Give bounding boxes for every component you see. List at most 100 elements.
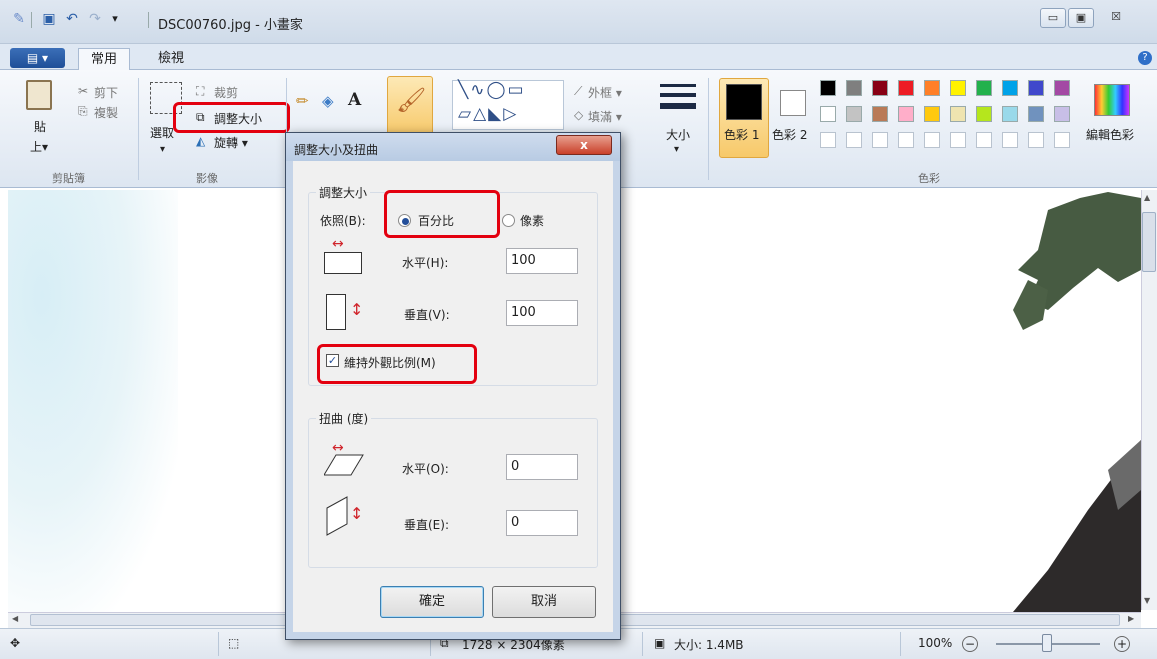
color-swatch[interactable]: [1002, 80, 1018, 96]
color-swatch[interactable]: [976, 80, 992, 96]
color-swatch[interactable]: [1002, 106, 1018, 122]
copy-icon: ⎘: [78, 104, 88, 118]
disk-icon: ▣: [654, 636, 666, 650]
skew-section-title: 扭曲 (度): [316, 410, 372, 427]
pencil-icon[interactable]: ✏: [296, 92, 309, 110]
scroll-up-arrow-icon[interactable]: ▲: [1144, 193, 1150, 202]
color2-swatch[interactable]: [780, 90, 806, 116]
custom-color-slot[interactable]: [976, 132, 992, 148]
custom-color-slot[interactable]: [924, 132, 940, 148]
dialog-close-button[interactable]: x: [556, 135, 612, 155]
custom-color-slot[interactable]: [820, 132, 836, 148]
color1-label: 色彩 1: [724, 128, 760, 142]
color-swatch[interactable]: [924, 106, 940, 122]
skew-horizontal-input[interactable]: 0: [506, 454, 578, 480]
cut-button[interactable]: 剪下: [94, 84, 118, 101]
custom-color-slot[interactable]: [846, 132, 862, 148]
color-swatch[interactable]: [950, 106, 966, 122]
minimize-button[interactable]: ▭: [1040, 8, 1066, 28]
zoom-slider-thumb[interactable]: [1042, 634, 1052, 652]
brush-icon: 🖌: [396, 86, 427, 114]
tab-view[interactable]: 檢視: [146, 48, 196, 70]
horizontal-input[interactable]: 100: [506, 248, 578, 274]
select-button[interactable]: 選取: [150, 124, 174, 141]
outline-icon: ⟋: [574, 84, 583, 98]
color-swatch[interactable]: [1054, 80, 1070, 96]
shapes-row-1-icon[interactable]: ╲∿◯▭: [458, 80, 526, 100]
color-swatch[interactable]: [846, 80, 862, 96]
shapes-row-2-icon[interactable]: ▱△◣▷: [458, 104, 518, 124]
select-dropdown-icon[interactable]: ▾: [160, 144, 165, 155]
outline-button[interactable]: 外框 ▾: [588, 84, 622, 101]
skew-section: [308, 418, 598, 568]
maximize-button[interactable]: ▣: [1068, 8, 1094, 28]
pixels-label[interactable]: 像素: [520, 212, 544, 229]
quick-access-dropdown-icon[interactable]: ▾: [106, 10, 124, 28]
color2-label[interactable]: 色彩 2: [772, 126, 807, 143]
group-divider: [138, 78, 139, 180]
vertical-scroll-thumb[interactable]: [1142, 212, 1156, 272]
custom-color-slot[interactable]: [1054, 132, 1070, 148]
custom-color-slot[interactable]: [1028, 132, 1044, 148]
size-dropdown-icon[interactable]: ▾: [674, 144, 679, 155]
copy-button[interactable]: 複製: [94, 104, 118, 121]
scroll-down-arrow-icon[interactable]: ▼: [1144, 596, 1150, 605]
color-swatch[interactable]: [950, 80, 966, 96]
color1-swatch: [726, 84, 762, 120]
color-swatch[interactable]: [976, 106, 992, 122]
pixels-radio[interactable]: [502, 214, 515, 227]
vertical-input[interactable]: 100: [506, 300, 578, 326]
color-swatch[interactable]: [820, 106, 836, 122]
scroll-left-arrow-icon[interactable]: ◀: [12, 614, 18, 623]
help-icon[interactable]: ?: [1138, 51, 1152, 65]
zoom-level: 100%: [918, 636, 953, 650]
window-title: DSC00760.jpg - 小畫家: [158, 18, 303, 33]
color-swatch[interactable]: [872, 106, 888, 122]
rotate-button[interactable]: 旋轉 ▾: [214, 134, 248, 151]
redo-icon[interactable]: ↷: [86, 10, 104, 28]
undo-icon[interactable]: ↶: [63, 10, 81, 28]
edit-colors-button[interactable]: 編輯色彩: [1086, 126, 1134, 143]
ok-button[interactable]: 確定: [380, 586, 484, 618]
divider: [218, 632, 219, 656]
color-swatch[interactable]: [924, 80, 940, 96]
color-swatch[interactable]: [872, 80, 888, 96]
colors-group-label: 色彩: [918, 172, 940, 185]
color-swatch[interactable]: [898, 80, 914, 96]
skew-vertical-icon: [326, 496, 348, 536]
custom-color-slot[interactable]: [950, 132, 966, 148]
custom-color-slot[interactable]: [1002, 132, 1018, 148]
paste-dropdown[interactable]: 上▾: [30, 138, 48, 155]
paste-icon[interactable]: [26, 80, 52, 110]
zoom-out-button[interactable]: −: [962, 636, 978, 652]
vertical-resize-icon: [326, 294, 346, 330]
paste-button[interactable]: 貼: [34, 118, 46, 135]
color-swatch[interactable]: [1054, 106, 1070, 122]
save-icon[interactable]: ▣: [40, 10, 58, 28]
tab-home[interactable]: 常用: [78, 48, 131, 70]
color-swatch[interactable]: [898, 106, 914, 122]
custom-color-slot[interactable]: [872, 132, 888, 148]
close-window-button[interactable]: ☒: [1096, 8, 1136, 28]
color-swatch[interactable]: [1028, 106, 1044, 122]
file-size: 大小: 1.4MB: [674, 638, 744, 652]
scroll-right-arrow-icon[interactable]: ▶: [1128, 614, 1134, 623]
paint-menu-button[interactable]: ▤ ▾: [10, 48, 65, 68]
paint-app-icon[interactable]: ✎: [10, 10, 28, 28]
color-swatch[interactable]: [820, 80, 836, 96]
zoom-in-button[interactable]: +: [1114, 636, 1130, 652]
color-swatch[interactable]: [1028, 80, 1044, 96]
divider: [31, 12, 32, 28]
custom-color-slot[interactable]: [898, 132, 914, 148]
group-divider: [708, 78, 709, 180]
fill-bucket-icon[interactable]: ◈: [322, 92, 334, 110]
dialog-frame-bottom: [286, 632, 620, 639]
cancel-button[interactable]: 取消: [492, 586, 596, 618]
size-button[interactable]: 大小: [666, 126, 690, 143]
crop-button[interactable]: 裁剪: [214, 84, 238, 101]
skew-vertical-input[interactable]: 0: [506, 510, 578, 536]
edit-colors-icon[interactable]: [1094, 84, 1130, 116]
fill-button[interactable]: 填滿 ▾: [588, 108, 622, 125]
text-tool-icon[interactable]: A: [348, 90, 361, 110]
color-swatch[interactable]: [846, 106, 862, 122]
